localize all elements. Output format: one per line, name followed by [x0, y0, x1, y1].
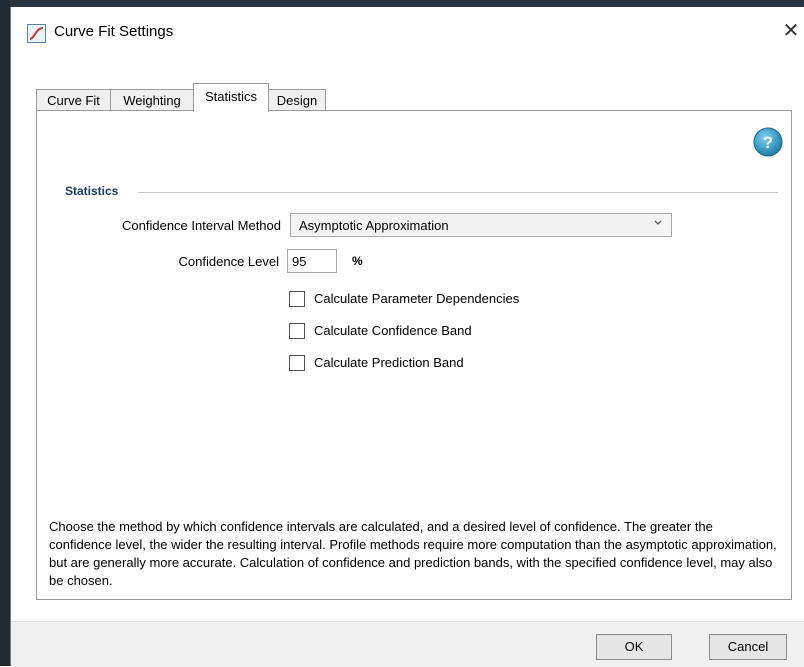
tab-design[interactable]: Design — [268, 89, 326, 111]
tab-label: Curve Fit — [47, 93, 100, 108]
checkbox[interactable] — [289, 355, 305, 371]
tab-weighting[interactable]: Weighting — [110, 89, 194, 111]
ci-method-value: Asymptotic Approximation — [299, 218, 449, 233]
background-window-edge-left — [0, 0, 10, 666]
tab-label: Design — [276, 93, 318, 108]
checkbox-label: Calculate Prediction Band — [314, 355, 464, 370]
help-icon[interactable]: ? — [752, 126, 784, 158]
chevron-down-icon — [653, 217, 663, 229]
confidence-level-input[interactable] — [287, 249, 337, 273]
tab-label: Statistics — [204, 89, 257, 104]
tab-statistics[interactable]: Statistics — [193, 83, 269, 112]
svg-text:?: ? — [763, 133, 773, 152]
window-title: Curve Fit Settings — [54, 23, 174, 40]
title-bar[interactable]: Curve Fit Settings ✕ — [11, 7, 804, 59]
percent-unit: % — [352, 254, 363, 268]
section-title: Statistics — [65, 184, 119, 198]
cancel-button[interactable]: Cancel — [709, 634, 787, 660]
checkbox[interactable] — [289, 323, 305, 339]
close-button[interactable]: ✕ — [777, 17, 804, 45]
confidence-level-label: Confidence Level — [178, 254, 279, 269]
background-window-edge — [0, 0, 804, 7]
button-bar: OK Cancel — [11, 621, 804, 667]
checkbox-label: Calculate Confidence Band — [314, 323, 472, 338]
section-divider — [138, 192, 778, 193]
screen: Curve Fit Settings ✕ Curve Fit Weighting… — [0, 0, 804, 667]
curve-fit-icon — [27, 24, 46, 43]
curve-fit-settings-dialog: Curve Fit Settings ✕ Curve Fit Weighting… — [10, 7, 804, 667]
close-icon: ✕ — [782, 20, 800, 42]
tab-curve-fit[interactable]: Curve Fit — [36, 89, 111, 111]
checkbox-label: Calculate Parameter Dependencies — [314, 291, 520, 306]
statistics-panel: ? Statistics Confidence Interval Method … — [36, 110, 792, 600]
tab-label: Weighting — [123, 93, 181, 108]
ok-button[interactable]: OK — [596, 634, 672, 660]
ci-method-label: Confidence Interval Method — [122, 218, 281, 233]
help-description: Choose the method by which confidence in… — [49, 519, 777, 588]
ci-method-select[interactable]: Asymptotic Approximation — [290, 213, 672, 237]
checkbox[interactable] — [289, 291, 305, 307]
